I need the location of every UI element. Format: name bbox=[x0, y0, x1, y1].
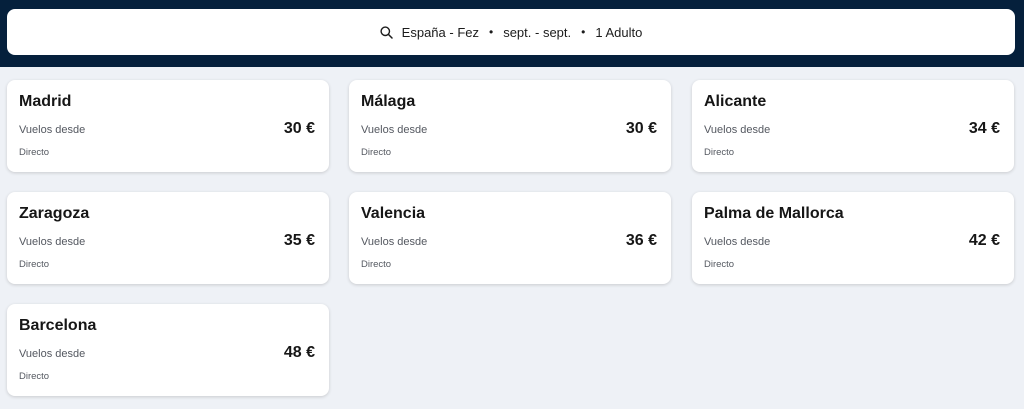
search-icon bbox=[380, 25, 393, 39]
destination-card-palma-de-mallorca[interactable]: Palma de Mallorca Vuelos desde 42 € Dire… bbox=[692, 192, 1014, 284]
destination-city: Palma de Mallorca bbox=[704, 205, 844, 222]
flights-from-label: Vuelos desde bbox=[361, 236, 428, 248]
flights-from-label: Vuelos desde bbox=[19, 124, 86, 136]
separator-dot: • bbox=[581, 25, 586, 39]
destination-city: Barcelona bbox=[19, 317, 97, 334]
destination-card-malaga[interactable]: Málaga Vuelos desde 30 € Directo bbox=[349, 80, 671, 172]
destination-card-madrid[interactable]: Madrid Vuelos desde 30 € Directo bbox=[7, 80, 329, 172]
destination-card-zaragoza[interactable]: Zaragoza Vuelos desde 35 € Directo bbox=[7, 192, 329, 284]
stops-label: Directo bbox=[704, 147, 735, 158]
destination-price: 48 € bbox=[283, 344, 315, 361]
search-route: España - Fez bbox=[401, 24, 479, 40]
separator-dot: • bbox=[489, 25, 494, 39]
flights-from-label: Vuelos desde bbox=[19, 348, 86, 360]
stops-label: Directo bbox=[361, 259, 392, 270]
search-dates: sept. - sept. bbox=[503, 24, 572, 40]
destination-card-valencia[interactable]: Valencia Vuelos desde 36 € Directo bbox=[349, 192, 671, 284]
stops-label: Directo bbox=[704, 259, 735, 270]
flights-from-label: Vuelos desde bbox=[704, 124, 771, 136]
destination-city: Málaga bbox=[361, 93, 416, 110]
destination-city: Valencia bbox=[361, 205, 426, 222]
destination-price: 36 € bbox=[625, 232, 657, 249]
search-summary-bar[interactable]: España - Fez • sept. - sept. • 1 Adulto bbox=[7, 9, 1015, 55]
destination-card-barcelona[interactable]: Barcelona Vuelos desde 48 € Directo bbox=[7, 304, 329, 396]
destination-city: Madrid bbox=[19, 93, 72, 110]
flights-from-label: Vuelos desde bbox=[704, 236, 771, 248]
stops-label: Directo bbox=[19, 147, 50, 158]
destination-card-alicante[interactable]: Alicante Vuelos desde 34 € Directo bbox=[692, 80, 1014, 172]
destination-city: Alicante bbox=[704, 93, 767, 110]
destination-price: 34 € bbox=[968, 120, 1000, 137]
destination-price: 30 € bbox=[283, 120, 315, 137]
stops-label: Directo bbox=[361, 147, 392, 158]
flights-from-label: Vuelos desde bbox=[19, 236, 86, 248]
destination-price: 35 € bbox=[283, 232, 315, 249]
flights-from-label: Vuelos desde bbox=[361, 124, 428, 136]
destination-price: 42 € bbox=[968, 232, 1000, 249]
destination-price: 30 € bbox=[625, 120, 657, 137]
stops-label: Directo bbox=[19, 259, 50, 270]
stops-label: Directo bbox=[19, 371, 50, 382]
search-passengers: 1 Adulto bbox=[595, 24, 643, 40]
destination-city: Zaragoza bbox=[19, 205, 90, 222]
